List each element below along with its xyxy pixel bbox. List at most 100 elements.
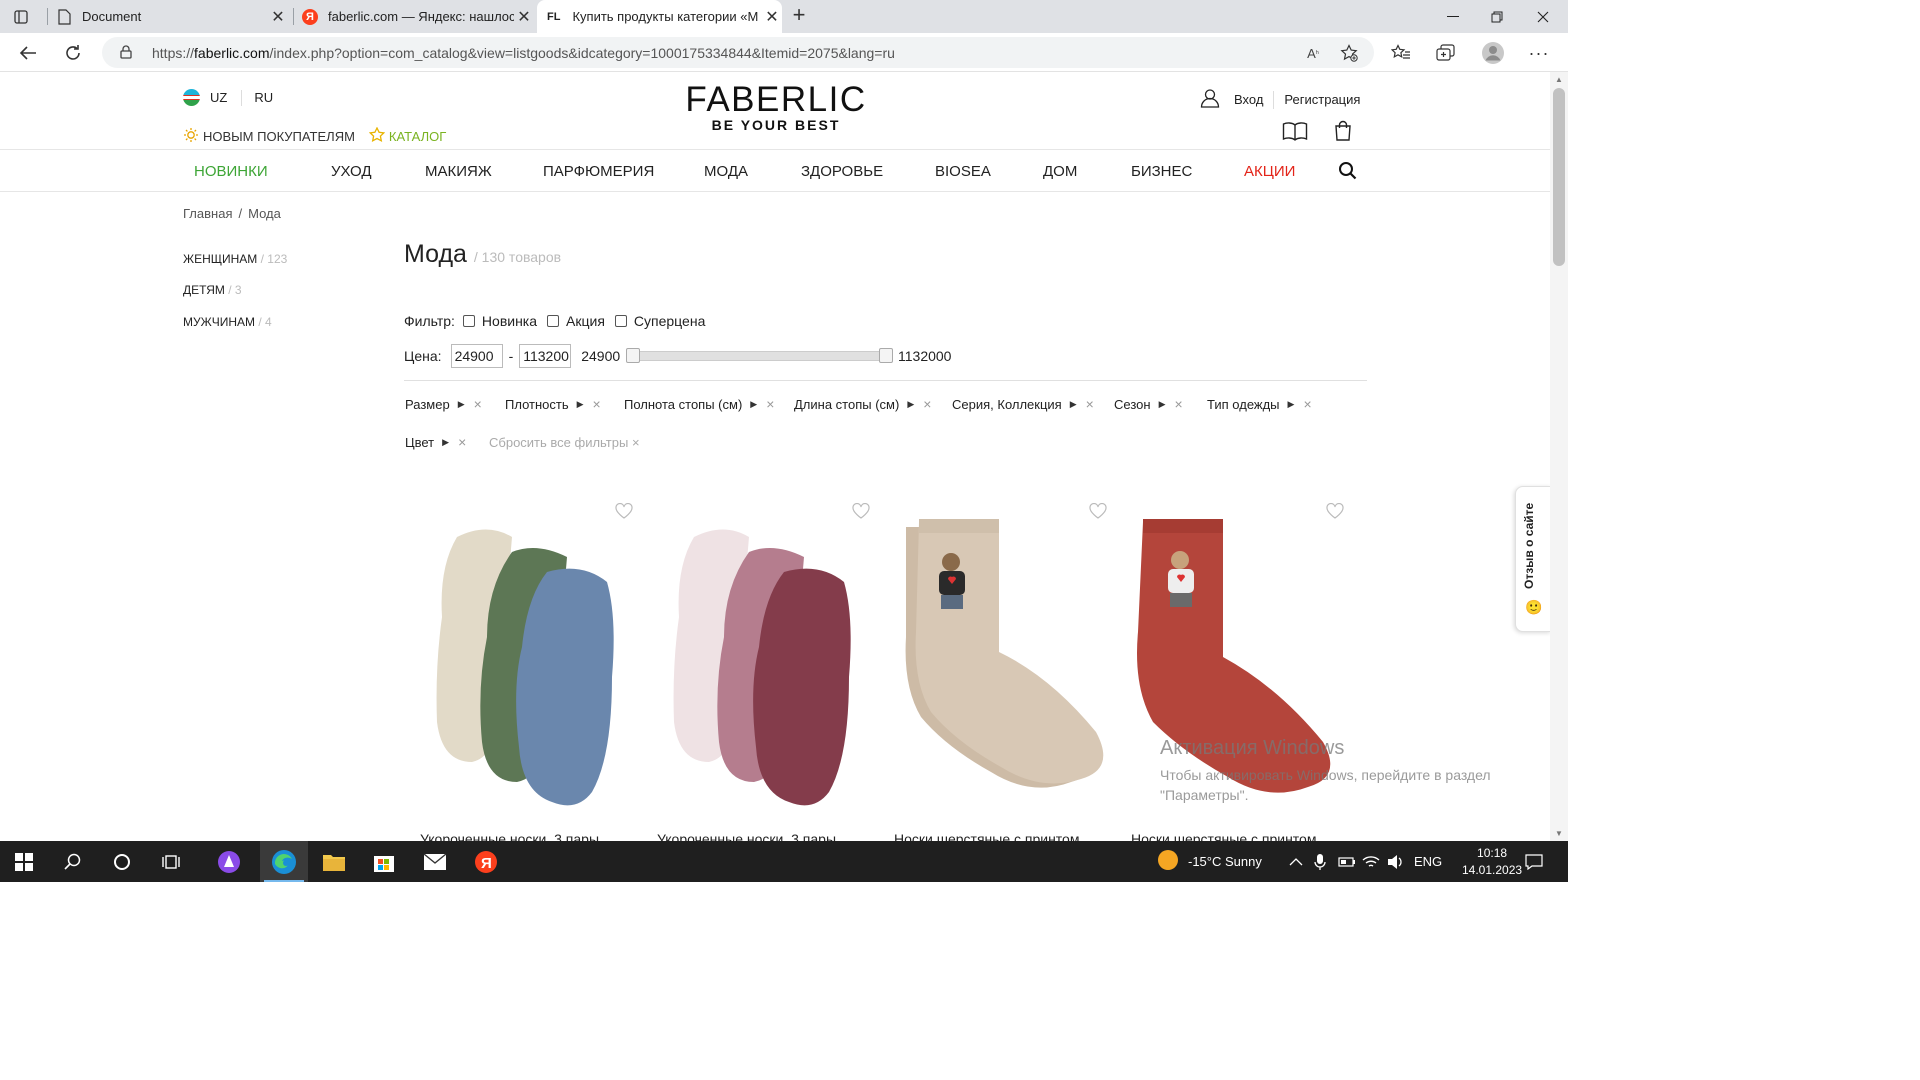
clear-icon[interactable]: × <box>1174 396 1182 412</box>
scroll-down-icon[interactable]: ▼ <box>1555 829 1563 838</box>
catalog-book-icon[interactable] <box>1282 121 1308 146</box>
lang-ru[interactable]: RU <box>254 90 273 105</box>
clear-icon[interactable]: × <box>766 396 774 412</box>
product-image[interactable] <box>1128 507 1354 807</box>
product-name[interactable]: Носки шерстяные с принтом <box>894 831 1079 841</box>
scrollbar-thumb[interactable] <box>1553 88 1565 266</box>
cortana-icon[interactable] <box>98 841 146 882</box>
sidebar-item-kids[interactable]: ДЕТЯМ / 3 <box>183 283 242 297</box>
mail-icon[interactable] <box>411 841 459 882</box>
product-card[interactable]: Укороченные носки, 3 пары <box>654 495 880 841</box>
minimize-icon[interactable] <box>1430 0 1476 33</box>
product-image[interactable] <box>891 507 1117 807</box>
tab-yandex[interactable]: Я faberlic.com — Яндекс: нашлось ✕ <box>302 0 534 33</box>
checkbox-superprice[interactable] <box>614 315 627 327</box>
windows-start-icon[interactable] <box>0 841 48 882</box>
microphone-icon[interactable] <box>1314 841 1326 882</box>
wifi-icon[interactable] <box>1362 841 1380 882</box>
tab-document[interactable]: Document ✕ <box>56 0 288 33</box>
search-icon[interactable] <box>49 841 97 882</box>
notifications-icon[interactable] <box>1525 841 1543 882</box>
feedback-button[interactable]: Отзыв о сайте 🙂 <box>1515 486 1550 632</box>
yandex-browser-icon[interactable]: Я <box>462 841 510 882</box>
clear-icon[interactable]: × <box>1303 396 1311 412</box>
close-window-icon[interactable] <box>1520 0 1566 33</box>
tab-actions-icon[interactable] <box>10 6 32 28</box>
attr-filter-density[interactable]: Плотность ▶ × <box>505 396 601 412</box>
checkbox-new[interactable] <box>462 315 475 327</box>
clear-icon[interactable]: × <box>923 396 931 412</box>
close-tab-icon[interactable]: ✕ <box>514 7 534 27</box>
slider-min-handle[interactable] <box>626 348 640 363</box>
clear-icon[interactable]: × <box>1086 396 1094 412</box>
close-tab-icon[interactable]: ✕ <box>268 7 288 27</box>
favorites-icon[interactable] <box>1387 39 1415 67</box>
lang-uz[interactable]: UZ <box>210 90 227 105</box>
nav-business[interactable]: БИЗНЕС <box>1131 163 1192 180</box>
more-menu-icon[interactable]: ··· <box>1525 39 1553 67</box>
system-clock[interactable]: 10:18 14.01.2023 <box>1462 845 1522 879</box>
slider-max-handle[interactable] <box>879 348 893 363</box>
reset-filters-link[interactable]: Сбросить все фильтры × <box>489 435 640 450</box>
new-customers-link[interactable]: НОВЫМ ПОКУПАТЕЛЯМ <box>203 129 355 144</box>
sidebar-item-women[interactable]: ЖЕНЩИНАМ / 123 <box>183 252 287 266</box>
faberlic-logo[interactable]: FABERLIC BE YOUR BEST <box>682 82 870 133</box>
nav-makeup[interactable]: МАКИЯЖ <box>425 163 492 180</box>
battery-icon[interactable] <box>1338 841 1356 882</box>
nav-health[interactable]: ЗДОРОВЬЕ <box>801 163 883 180</box>
cart-bag-icon[interactable] <box>1334 120 1352 146</box>
task-view-icon[interactable] <box>147 841 195 882</box>
alice-assistant-icon[interactable] <box>205 841 253 882</box>
breadcrumb-home[interactable]: Главная <box>183 206 232 221</box>
microsoft-store-icon[interactable] <box>360 841 408 882</box>
edge-browser-icon[interactable] <box>260 841 308 882</box>
price-to-input[interactable]: 113200 <box>519 344 572 368</box>
nav-care[interactable]: УХОД <box>331 163 372 180</box>
nav-perfume[interactable]: ПАРФЮМЕРИЯ <box>543 163 654 180</box>
clear-icon[interactable]: × <box>474 396 482 412</box>
nav-biosea[interactable]: BIOSEA <box>935 163 991 180</box>
clear-icon[interactable]: × <box>458 434 466 450</box>
volume-icon[interactable] <box>1387 841 1405 882</box>
nav-home[interactable]: ДОМ <box>1043 163 1077 180</box>
tab-faberlic[interactable]: FL Купить продукты категории «М ✕ <box>537 0 782 33</box>
restore-icon[interactable] <box>1474 0 1520 33</box>
profile-avatar[interactable] <box>1479 39 1507 67</box>
input-language[interactable]: ENG <box>1414 841 1442 882</box>
search-icon[interactable] <box>1338 161 1357 185</box>
attr-filter-color[interactable]: Цвет ▶ × <box>405 434 466 450</box>
sidebar-item-men[interactable]: МУЖЧИНАМ / 4 <box>183 315 272 329</box>
price-slider-track[interactable] <box>629 351 889 361</box>
attr-filter-season[interactable]: Сезон ▶ × <box>1114 396 1183 412</box>
clear-icon[interactable]: × <box>593 396 601 412</box>
attr-filter-size[interactable]: Размер ▶ × <box>405 396 482 412</box>
refresh-icon[interactable] <box>59 39 87 67</box>
product-name[interactable]: Укороченные носки, 3 пары <box>657 831 836 841</box>
file-explorer-icon[interactable] <box>310 841 358 882</box>
weather-widget[interactable]: -15°C Sunny <box>1157 841 1262 882</box>
product-name[interactable]: Носки шерстяные с принтом <box>1131 831 1316 841</box>
lock-icon[interactable] <box>120 45 132 64</box>
read-aloud-icon[interactable]: Aʰ <box>1302 43 1324 63</box>
new-tab-button[interactable]: + <box>787 4 811 28</box>
show-hidden-icons[interactable] <box>1289 841 1303 882</box>
product-card[interactable]: Носки шерстяные с принтом <box>891 495 1117 841</box>
catalog-link[interactable]: КАТАЛОГ <box>389 129 446 144</box>
nav-sale[interactable]: АКЦИИ <box>1244 163 1295 180</box>
product-name[interactable]: Укороченные носки, 3 пары <box>420 831 599 841</box>
page-scrollbar[interactable]: ▲ ▼ <box>1550 72 1568 841</box>
product-card[interactable]: Укороченные носки, 3 пары <box>417 495 643 841</box>
product-image[interactable] <box>654 507 880 807</box>
nav-fashion[interactable]: МОДА <box>704 163 748 180</box>
back-arrow-icon[interactable] <box>14 39 42 67</box>
price-from-input[interactable]: 24900 <box>450 344 503 368</box>
scroll-up-icon[interactable]: ▲ <box>1555 75 1563 84</box>
collections-icon[interactable] <box>1432 39 1460 67</box>
add-favorite-icon[interactable] <box>1338 43 1360 63</box>
nav-new[interactable]: НОВИНКИ <box>194 163 268 180</box>
attr-filter-foot-width[interactable]: Полнота стопы (см) ▶ × <box>624 396 774 412</box>
attr-filter-series[interactable]: Серия, Коллекция ▶ × <box>952 396 1094 412</box>
attr-filter-clothing-type[interactable]: Тип одежды ▶ × <box>1207 396 1312 412</box>
register-link[interactable]: Регистрация <box>1284 92 1360 107</box>
user-icon[interactable] <box>1200 88 1220 111</box>
